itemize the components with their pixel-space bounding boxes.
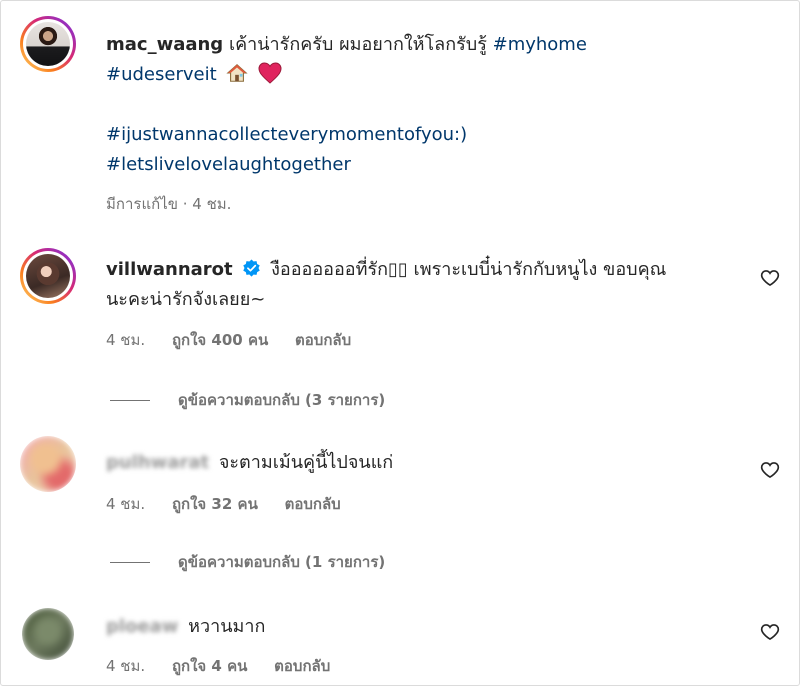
comment-text: จะตามเม้นคู่นี้ไปจนแก่ [218,452,394,473]
comment-meta: 4 ชม. ถูกใจ 32 คน ตอบกลับ [106,494,363,514]
comment-meta: 4 ชม. ถูกใจ 4 คน ตอบกลับ [106,656,352,676]
comment-like-count[interactable]: ถูกใจ 32 คน [172,495,258,513]
post-caption-line-3: #ijustwannacollecteverymomentofyou:) [106,120,467,150]
comment-text-line-1: villwannarot งือออออออที่รัก▯▯ เพราะเบบี… [106,255,666,285]
replies-divider-line [110,399,150,401]
like-heart-icon[interactable] [760,268,780,288]
comment-username[interactable]: ploeaw [106,612,178,642]
replies-divider-line [110,561,150,563]
house-emoji-icon [226,62,248,94]
comment-text-line-2: นะคะน่ารักจังเลยย~ [106,285,265,315]
hashtag-myhome[interactable]: #myhome [493,34,587,55]
post-caption-line-4: #letslivelovelaughtogether [106,150,351,180]
hashtag-ijustwannacollect[interactable]: #ijustwannacollecteverymomentofyou:) [106,124,467,145]
hashtag-udeserveit[interactable]: #udeserveit [106,64,217,85]
comment-text-line-1: ploeaw หวานมาก [106,612,265,642]
view-replies-button[interactable]: ดูข้อความตอบกลับ (3 รายการ) [110,388,385,412]
avatar-photo [20,436,76,492]
comment-avatar[interactable] [20,436,76,492]
comment-text: งือออออออที่รัก▯▯ เพราะเบบี๋น่ารักกับหนู… [271,259,667,280]
comment-time[interactable]: 4 ชม. [106,495,145,513]
avatar-photo [26,254,70,298]
comment-reply-button[interactable]: ตอบกลับ [285,495,341,513]
like-heart-icon[interactable] [760,622,780,642]
comment-username[interactable]: pulhwarat [106,448,209,478]
post-author-avatar[interactable] [20,16,76,72]
post-caption-text: เค้าน่ารักครับ ผมอยากให้โลกรับรู้ [228,34,487,55]
view-replies-label: ดูข้อความตอบกลับ (3 รายการ) [178,391,386,409]
comment-like-count[interactable]: ถูกใจ 4 คน [172,657,247,675]
comment-time[interactable]: 4 ชม. [106,657,145,675]
red-heart-emoji-icon [258,62,282,94]
view-replies-button[interactable]: ดูข้อความตอบกลับ (1 รายการ) [110,550,385,574]
comment-reply-button[interactable]: ตอบกลับ [295,331,351,349]
post-caption-line-2: #udeserveit [106,60,282,94]
verified-badge-icon [243,259,261,277]
view-replies-label: ดูข้อความตอบกลับ (1 รายการ) [178,553,386,571]
like-heart-icon[interactable] [760,460,780,480]
comment-avatar[interactable] [22,608,74,660]
hashtag-letslivelovelaugh[interactable]: #letslivelovelaughtogether [106,154,351,175]
comment-text-continued: นะคะน่ารักจังเลยย~ [106,289,266,310]
comment-time[interactable]: 4 ชม. [106,331,145,349]
comment-meta: 4 ชม. ถูกใจ 400 คน ตอบกลับ [106,330,373,350]
avatar-photo [26,22,70,66]
post-caption-line-1: mac_waang เค้าน่ารักครับ ผมอยากให้โลกรับ… [106,30,587,60]
avatar-photo [22,608,74,660]
comment-like-count[interactable]: ถูกใจ 400 คน [172,331,268,349]
post-author-username[interactable]: mac_waang [106,34,223,55]
comment-text-line-1: pulhwarat จะตามเม้นคู่นี้ไปจนแก่ [106,448,393,478]
comment-text: หวานมาก [188,616,266,637]
comment-username[interactable]: villwannarot [106,259,233,280]
comment-avatar[interactable] [20,248,76,304]
post-meta: มีการแก้ไข · 4 ชม. [106,195,232,213]
comment-reply-button[interactable]: ตอบกลับ [274,657,330,675]
